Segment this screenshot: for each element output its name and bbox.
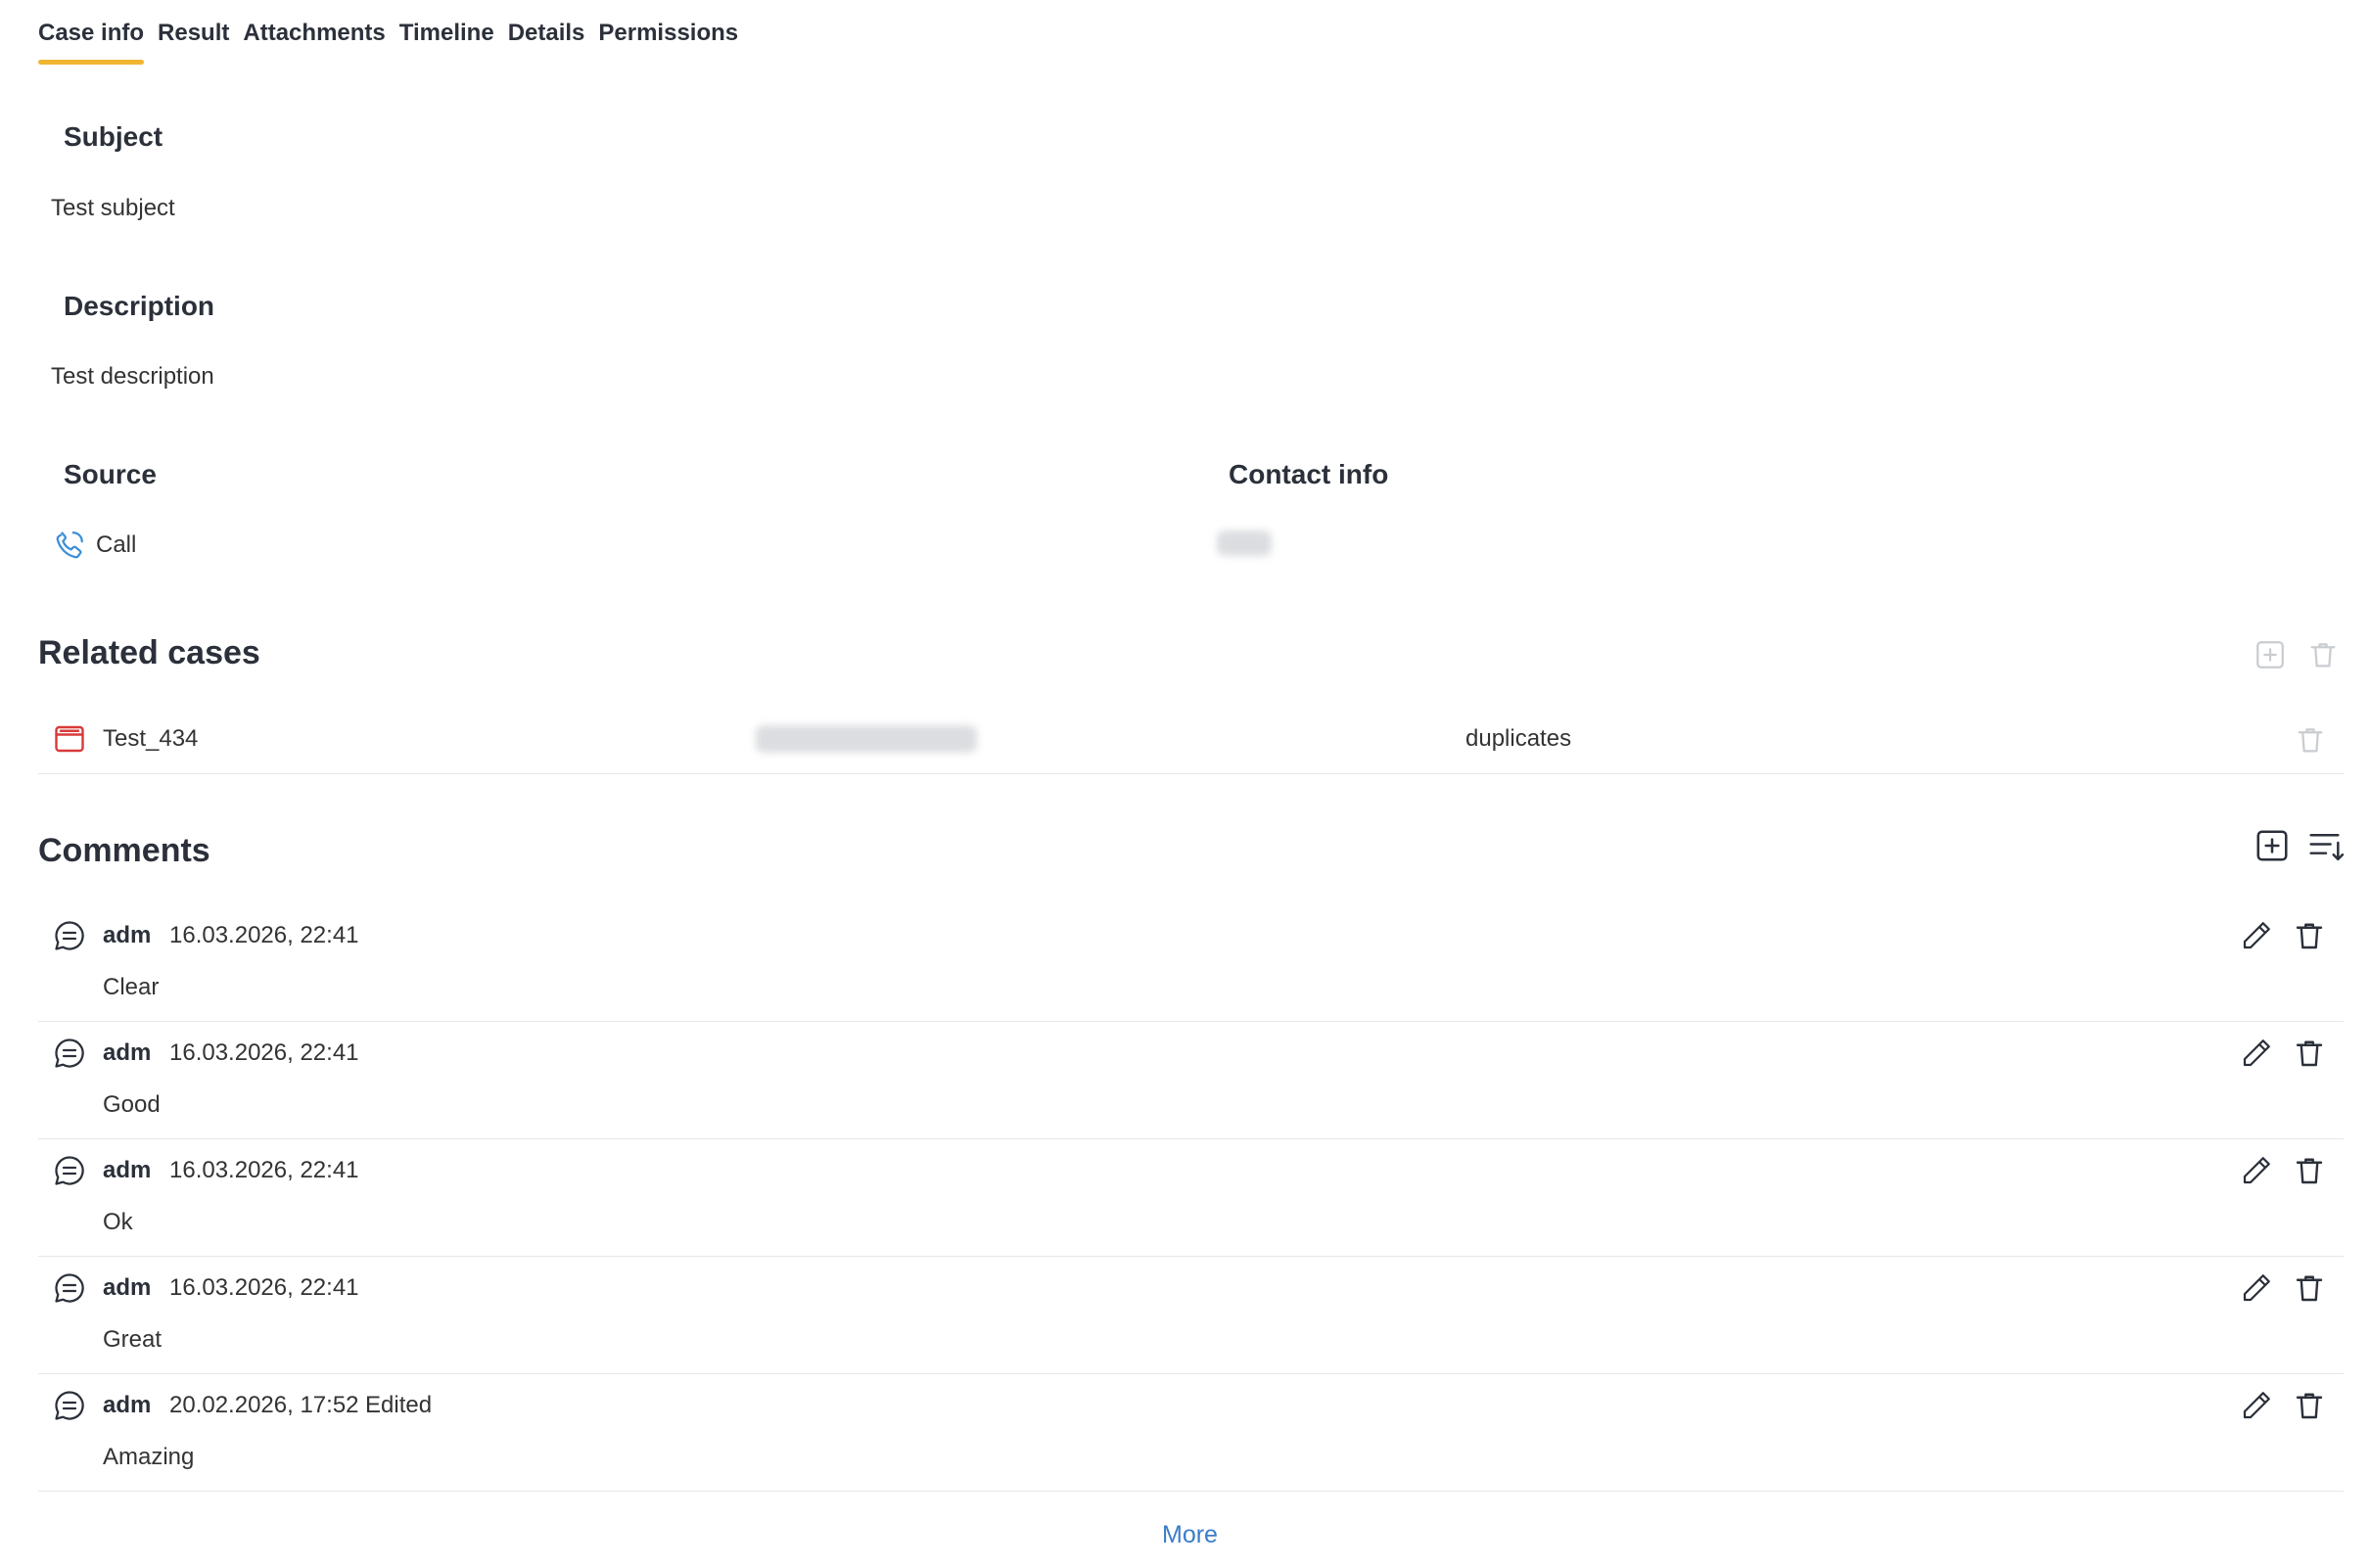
comment-date: 16.03.2026, 22:41	[169, 1274, 359, 1301]
case-info-page: Case info Result Attachments Timeline De…	[0, 0, 2371, 1568]
phone-icon	[56, 531, 83, 559]
case-folder-icon	[55, 725, 84, 753]
source-value: Call	[96, 531, 137, 558]
delete-comment-icon[interactable]	[2292, 1036, 2327, 1071]
comment-date: 16.03.2026, 22:41	[169, 1157, 359, 1183]
source-label: Source	[64, 459, 157, 489]
add-related-case-icon[interactable]	[2254, 638, 2287, 671]
comment-text: Clear	[103, 974, 160, 1000]
tab-attachments[interactable]: Attachments	[243, 20, 385, 65]
delete-comment-icon[interactable]	[2292, 1270, 2327, 1306]
description-label: Description	[64, 291, 215, 321]
add-comment-icon[interactable]	[2254, 827, 2291, 864]
more-comments-link[interactable]: More	[1162, 1521, 1218, 1549]
comment-date: 16.03.2026, 22:41	[169, 922, 359, 948]
comment-edited-label: Edited	[365, 1392, 433, 1418]
comment-author: adm	[103, 1157, 152, 1183]
subject-label: Subject	[64, 121, 163, 152]
sort-comments-icon[interactable]	[2306, 827, 2346, 864]
comment-icon	[55, 1038, 84, 1068]
comment-date: 20.02.2026, 17:52	[169, 1392, 359, 1418]
tab-result[interactable]: Result	[158, 20, 229, 65]
edit-comment-icon[interactable]	[2239, 1036, 2274, 1071]
related-cases-title: Related cases	[38, 634, 260, 671]
divider	[38, 1021, 2344, 1022]
comment-text: Good	[103, 1091, 161, 1118]
contact-info-redacted	[1217, 530, 1272, 556]
comment-author: adm	[103, 1392, 152, 1418]
related-case-redacted	[756, 725, 977, 753]
divider	[38, 773, 2344, 774]
tab-bar: Case info Result Attachments Timeline De…	[38, 20, 738, 65]
divider	[38, 1138, 2344, 1139]
tab-details[interactable]: Details	[508, 20, 585, 65]
tab-case-info[interactable]: Case info	[38, 20, 145, 65]
divider	[38, 1256, 2344, 1257]
comment-icon	[55, 1391, 84, 1420]
subject-value: Test subject	[51, 195, 175, 221]
delete-related-cases-icon[interactable]	[2306, 638, 2340, 671]
edit-comment-icon[interactable]	[2239, 918, 2274, 953]
delete-related-case-icon[interactable]	[2294, 723, 2327, 757]
comment-author: adm	[103, 1274, 152, 1301]
comment-text: Ok	[103, 1209, 133, 1235]
comment-icon	[55, 921, 84, 950]
edit-comment-icon[interactable]	[2239, 1388, 2274, 1423]
comment-icon	[55, 1273, 84, 1303]
contact-info-label: Contact info	[1229, 459, 1389, 489]
comment-text: Great	[103, 1326, 163, 1353]
related-case-name[interactable]: Test_434	[103, 725, 198, 753]
divider	[38, 1373, 2344, 1374]
delete-comment-icon[interactable]	[2292, 1153, 2327, 1188]
edit-comment-icon[interactable]	[2239, 1270, 2274, 1306]
delete-comment-icon[interactable]	[2292, 918, 2327, 953]
comment-icon	[55, 1156, 84, 1185]
related-case-relation: duplicates	[1465, 725, 1572, 752]
comments-title: Comments	[38, 832, 210, 869]
tab-permissions[interactable]: Permissions	[598, 20, 738, 65]
comment-author: adm	[103, 1039, 152, 1066]
edit-comment-icon[interactable]	[2239, 1153, 2274, 1188]
description-value: Test description	[51, 363, 214, 390]
tab-timeline[interactable]: Timeline	[399, 20, 494, 65]
delete-comment-icon[interactable]	[2292, 1388, 2327, 1423]
comment-text: Amazing	[103, 1444, 195, 1470]
comment-date: 16.03.2026, 22:41	[169, 1039, 359, 1066]
divider	[38, 1491, 2344, 1492]
comment-author: adm	[103, 922, 152, 948]
